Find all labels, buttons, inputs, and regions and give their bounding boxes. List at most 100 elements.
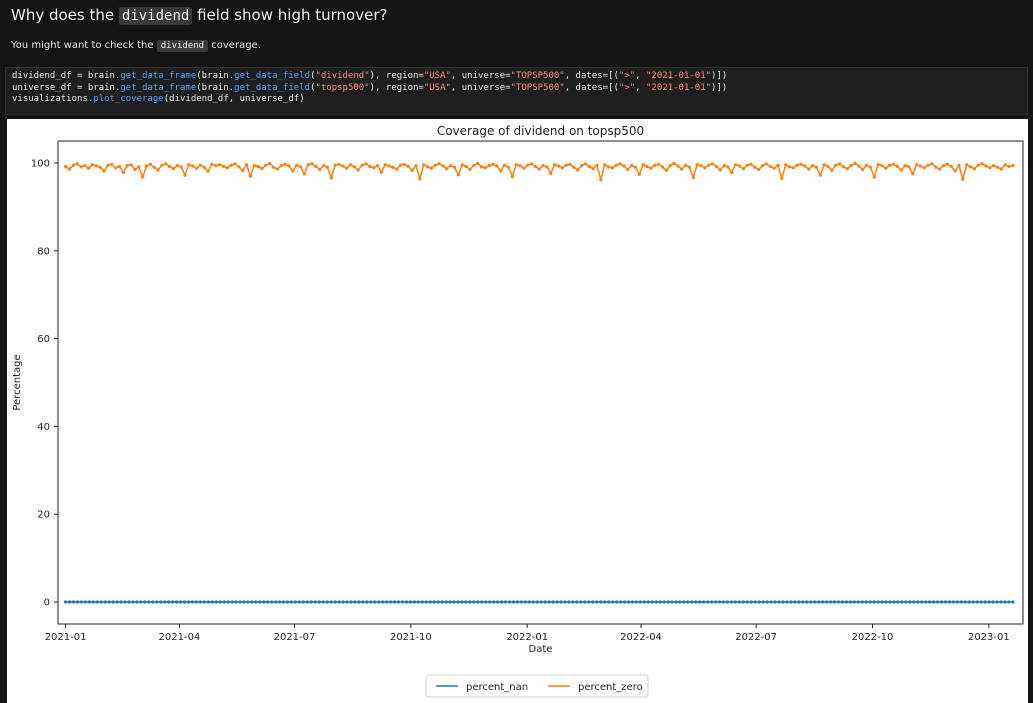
- data-point-percent_nan: [428, 600, 432, 604]
- data-point-percent_zero: [283, 162, 287, 166]
- data-point-percent_zero: [375, 164, 380, 168]
- data-point-percent_nan: [202, 600, 206, 604]
- code-token: visualizations.: [12, 94, 94, 104]
- data-point-percent_zero: [687, 165, 692, 169]
- data-point-percent_nan: [718, 600, 722, 604]
- data-point-percent_zero: [945, 162, 950, 166]
- x-tick-label: 2021-07: [274, 632, 316, 643]
- data-point-percent_zero: [94, 164, 98, 168]
- data-point-percent_zero: [737, 164, 742, 168]
- data-point-percent_nan: [666, 600, 670, 604]
- data-point-percent_nan: [527, 600, 531, 604]
- heading-field-code: dividend: [118, 7, 193, 25]
- data-point-percent_nan: [500, 600, 504, 604]
- code-token: ,: [635, 82, 647, 93]
- data-point-percent_nan: [868, 600, 872, 604]
- data-point-percent_zero: [930, 162, 934, 166]
- data-point-percent_zero: [787, 165, 792, 169]
- data-point-percent_nan: [971, 600, 975, 604]
- data-point-percent_zero: [121, 171, 125, 175]
- data-point-percent_zero: [853, 161, 857, 165]
- data-point-percent_nan: [943, 600, 948, 604]
- hint-text-before: You might want to check the: [11, 40, 157, 51]
- data-point-percent_zero: [965, 163, 969, 167]
- data-point-percent_zero: [264, 163, 268, 167]
- data-point-percent_nan: [531, 600, 535, 604]
- data-point-percent_nan: [408, 600, 412, 604]
- data-point-percent_nan: [694, 600, 698, 604]
- data-point-percent_nan: [721, 600, 726, 604]
- data-point-percent_nan: [107, 600, 111, 604]
- data-point-percent_nan: [313, 600, 317, 604]
- data-point-percent_zero: [907, 165, 911, 169]
- data-point-percent_zero: [780, 176, 784, 180]
- data-point-percent_nan: [440, 600, 444, 604]
- data-point-percent_zero: [745, 163, 749, 167]
- data-point-percent_zero: [175, 164, 179, 168]
- data-point-percent_nan: [99, 600, 103, 604]
- data-point-percent_nan: [178, 600, 183, 604]
- data-point-percent_zero: [922, 166, 926, 170]
- data-point-percent_zero: [942, 164, 946, 168]
- data-point-percent_nan: [115, 600, 119, 604]
- hint-field-code: dividend: [156, 40, 209, 52]
- data-point-percent_nan: [393, 600, 397, 604]
- data-point-percent_zero: [210, 162, 214, 166]
- y-tick-label: 100: [31, 158, 50, 169]
- data-point-percent_zero: [961, 177, 965, 181]
- data-point-percent_nan: [765, 600, 769, 604]
- data-point-percent_nan: [377, 600, 381, 604]
- data-point-percent_zero: [637, 172, 642, 176]
- code-token: ), region=: [369, 71, 424, 81]
- data-point-percent_zero: [918, 164, 923, 168]
- data-point-percent_zero: [191, 164, 195, 168]
- data-point-percent_nan: [293, 600, 298, 604]
- code-block[interactable]: dividend_df = brain.get_data_frame(brain…: [5, 67, 1028, 115]
- data-point-percent_nan: [844, 600, 849, 604]
- data-point-percent_nan: [682, 600, 686, 604]
- data-point-percent_nan: [135, 600, 139, 604]
- data-point-percent_zero: [649, 166, 653, 170]
- data-point-percent_zero: [764, 162, 769, 166]
- data-point-percent_zero: [641, 163, 645, 167]
- code-token: universe_df = brain.: [12, 82, 121, 93]
- data-point-percent_zero: [992, 164, 996, 168]
- data-point-percent_zero: [133, 167, 137, 172]
- data-point-percent_nan: [503, 600, 508, 604]
- data-point-percent_nan: [591, 600, 595, 604]
- data-point-percent_nan: [412, 600, 416, 604]
- x-tick-label: 2022-07: [735, 632, 777, 643]
- data-point-percent_zero: [984, 164, 988, 168]
- data-point-percent_zero: [672, 161, 676, 165]
- x-tick-label: 2021-10: [390, 632, 432, 643]
- data-point-percent_nan: [729, 600, 734, 604]
- data-point-percent_nan: [813, 600, 817, 604]
- data-point-percent_nan: [777, 600, 781, 604]
- data-point-percent_zero: [372, 166, 376, 170]
- data-point-percent_zero: [630, 164, 634, 168]
- data-point-percent_nan: [821, 600, 825, 604]
- data-point-percent_nan: [547, 600, 551, 604]
- data-point-percent_nan: [71, 600, 76, 604]
- data-point-percent_nan: [904, 600, 908, 604]
- data-point-percent_nan: [381, 600, 385, 604]
- data-point-percent_nan: [182, 600, 187, 604]
- data-point-percent_zero: [838, 162, 842, 166]
- data-point-percent_nan: [198, 600, 202, 604]
- data-point-percent_nan: [139, 600, 143, 604]
- data-point-percent_nan: [912, 600, 916, 604]
- data-point-percent_zero: [75, 162, 79, 166]
- data-point-percent_nan: [266, 600, 270, 604]
- data-point-percent_zero: [356, 168, 360, 172]
- data-point-percent_zero: [164, 162, 168, 166]
- data-point-percent_nan: [595, 600, 599, 604]
- data-point-percent_zero: [868, 165, 873, 169]
- data-point-percent_nan: [448, 600, 452, 604]
- data-point-percent_nan: [757, 600, 761, 604]
- data-point-percent_nan: [147, 600, 151, 604]
- data-point-percent_nan: [983, 600, 987, 604]
- legend-label: percent_zero: [578, 682, 643, 693]
- data-point-percent_zero: [622, 164, 626, 168]
- data-point-percent_zero: [379, 170, 383, 174]
- x-tick-label: 2021-01: [45, 632, 87, 643]
